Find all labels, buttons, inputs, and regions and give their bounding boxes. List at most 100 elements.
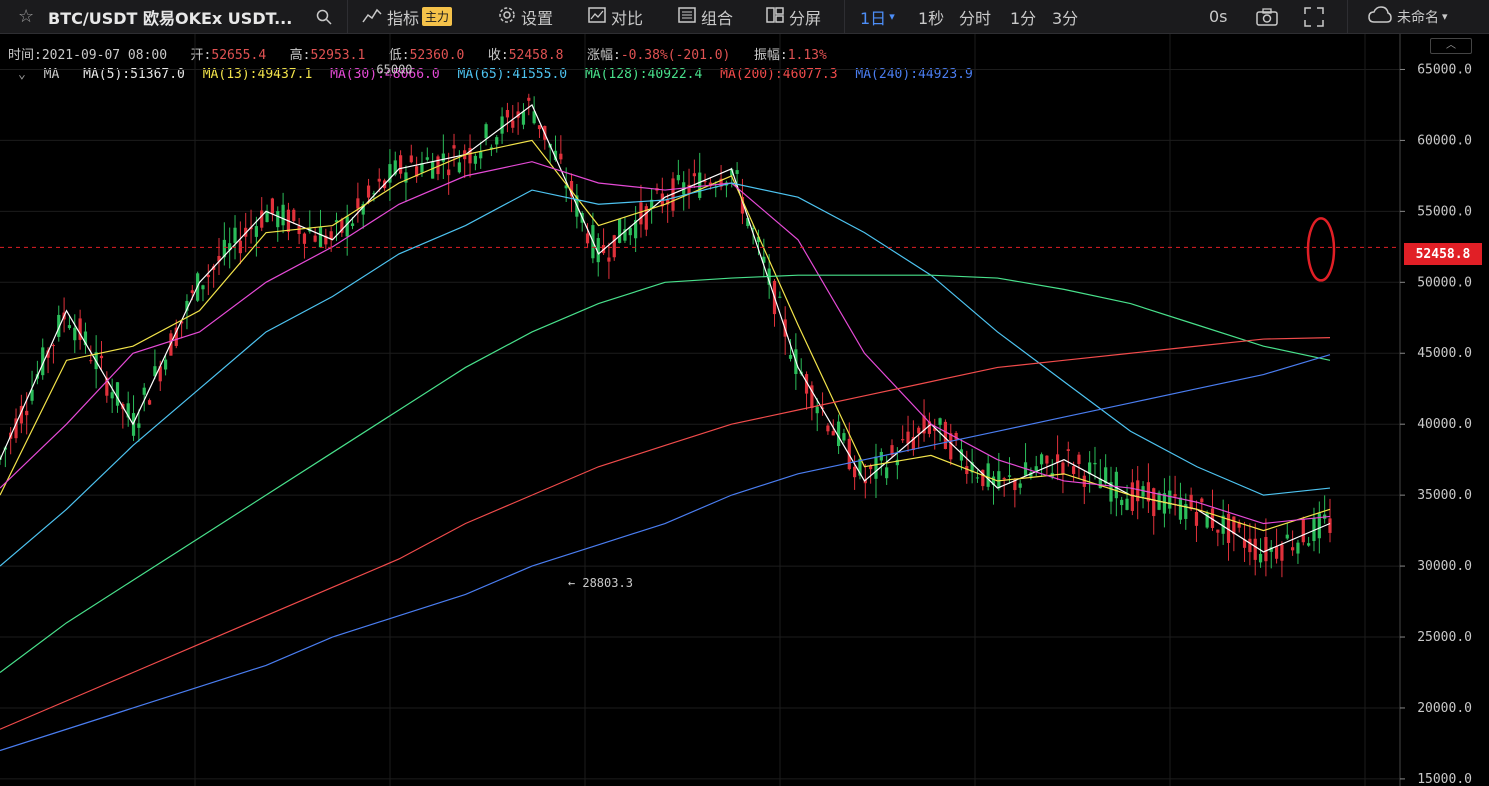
candle-body — [906, 431, 910, 444]
candle-body — [409, 155, 413, 163]
candle-body — [639, 202, 643, 225]
candle-body — [1002, 478, 1006, 480]
candle-body — [1120, 499, 1124, 506]
y-tick-label: 15000.0 — [1417, 772, 1472, 786]
search-icon[interactable] — [316, 0, 332, 33]
interval-1s[interactable]: 1秒 — [918, 0, 944, 33]
candle-body — [233, 227, 237, 243]
chevron-down-icon: ▾ — [889, 10, 895, 23]
main-badge: 主力 — [422, 7, 453, 26]
camera-icon[interactable] — [1256, 0, 1278, 33]
candle-body — [441, 153, 445, 162]
collapse-chevron-icon[interactable]: ︿ — [1430, 38, 1472, 54]
y-tick-label: 65000.0 — [1417, 62, 1472, 77]
candle-body — [1093, 462, 1097, 465]
candle-body — [975, 477, 980, 479]
candle-body — [1018, 483, 1022, 488]
candle-body — [67, 325, 72, 329]
split-screen-label: 分屏 — [789, 8, 822, 28]
price-annotation: ← 28803.3 — [568, 576, 633, 590]
price-axis[interactable]: 65000.0 60000.0 55000.0 50000.0 45000.0 40000… — [1400, 62, 1472, 786]
candle-body — [254, 226, 258, 237]
candle-body — [943, 421, 948, 450]
candle-body — [473, 155, 477, 164]
chart-annotations: ← 28803.3 65000 — [0, 62, 1400, 590]
candle-body — [815, 406, 819, 414]
candle-body — [447, 169, 451, 176]
candle-body — [1077, 454, 1081, 464]
favorite-star[interactable]: ☆ — [18, 0, 34, 33]
indicator-chart-icon — [362, 6, 382, 28]
candle-body — [778, 296, 782, 298]
star-icon[interactable]: ☆ — [18, 6, 34, 27]
y-tick-label: 50000.0 — [1417, 275, 1472, 290]
candle-body — [281, 204, 285, 226]
y-tick-label: 40000.0 — [1417, 417, 1472, 432]
candle-body — [1280, 544, 1284, 561]
interval-timeshare[interactable]: 分时 — [959, 0, 991, 33]
interval-3m[interactable]: 3分 — [1052, 0, 1078, 33]
candle-body — [270, 198, 275, 214]
candle-body — [628, 227, 632, 236]
candle-body — [607, 257, 611, 262]
candle-body — [537, 125, 542, 130]
candle-body — [1162, 493, 1167, 514]
candle-body — [1200, 498, 1204, 503]
combine-button[interactable]: 组合 — [678, 0, 733, 33]
candle-body — [399, 155, 403, 174]
candle-body — [1296, 542, 1300, 554]
candle-body — [302, 233, 307, 244]
candle-body — [1045, 455, 1049, 464]
candle-body — [788, 354, 793, 359]
candle-body — [612, 235, 616, 258]
price-chart[interactable]: 65000.0 60000.0 55000.0 50000.0 45000.0 40000… — [0, 34, 1489, 786]
candle-body — [356, 198, 360, 209]
y-tick-label: 60000.0 — [1417, 133, 1472, 148]
candle-body — [1125, 498, 1129, 510]
gear-icon — [498, 6, 516, 28]
candle-body — [1189, 494, 1193, 510]
interval-1d[interactable]: 1日 ▾ — [860, 0, 895, 33]
highlight-circle — [1306, 217, 1336, 282]
candle-body — [457, 162, 461, 173]
candle-body — [1291, 547, 1295, 551]
interval-1d-label: 1日 — [860, 8, 887, 28]
candle-body — [1328, 518, 1332, 533]
candle-body — [260, 210, 264, 228]
split-screen-button[interactable]: 分屏 — [766, 0, 821, 33]
price-annotation: 65000 — [376, 62, 412, 76]
candle-body — [1114, 471, 1118, 499]
compare-icon — [588, 6, 606, 28]
candle-body — [831, 431, 835, 436]
candle-body — [89, 360, 93, 362]
candle-body — [949, 433, 953, 460]
fullscreen-icon[interactable] — [1304, 0, 1324, 33]
candle-body — [99, 355, 104, 359]
symbol-title[interactable]: BTC/USDT 欧易OKEx USDT... — [48, 0, 292, 33]
y-tick-label: 35000.0 — [1417, 488, 1472, 503]
combine-label: 组合 — [701, 8, 734, 28]
candle-body — [292, 209, 296, 221]
candle-body — [505, 109, 510, 118]
candle-body — [313, 235, 317, 242]
candle-body — [51, 345, 56, 347]
candle-body — [1216, 529, 1220, 533]
candle-body — [826, 425, 830, 432]
cloud-layout-button[interactable]: 未命名 ▾ — [1368, 0, 1448, 33]
candle-body — [585, 233, 590, 244]
candle-body — [901, 439, 905, 441]
candle-body — [842, 433, 846, 441]
interval-1m[interactable]: 1分 — [1010, 0, 1036, 33]
candle-body — [137, 423, 141, 428]
candle-body — [1307, 543, 1311, 546]
indicators-button[interactable]: 指标 主力 — [362, 0, 453, 33]
candle-body — [853, 466, 857, 478]
candle-body — [1285, 534, 1289, 539]
settings-button[interactable]: 设置 — [498, 0, 553, 33]
candle-body — [1178, 497, 1183, 520]
candle-body — [431, 162, 435, 179]
split-screen-icon — [766, 6, 784, 28]
candle-body — [617, 218, 622, 243]
compare-button[interactable]: 对比 — [588, 0, 643, 33]
candle-body — [997, 471, 1001, 489]
